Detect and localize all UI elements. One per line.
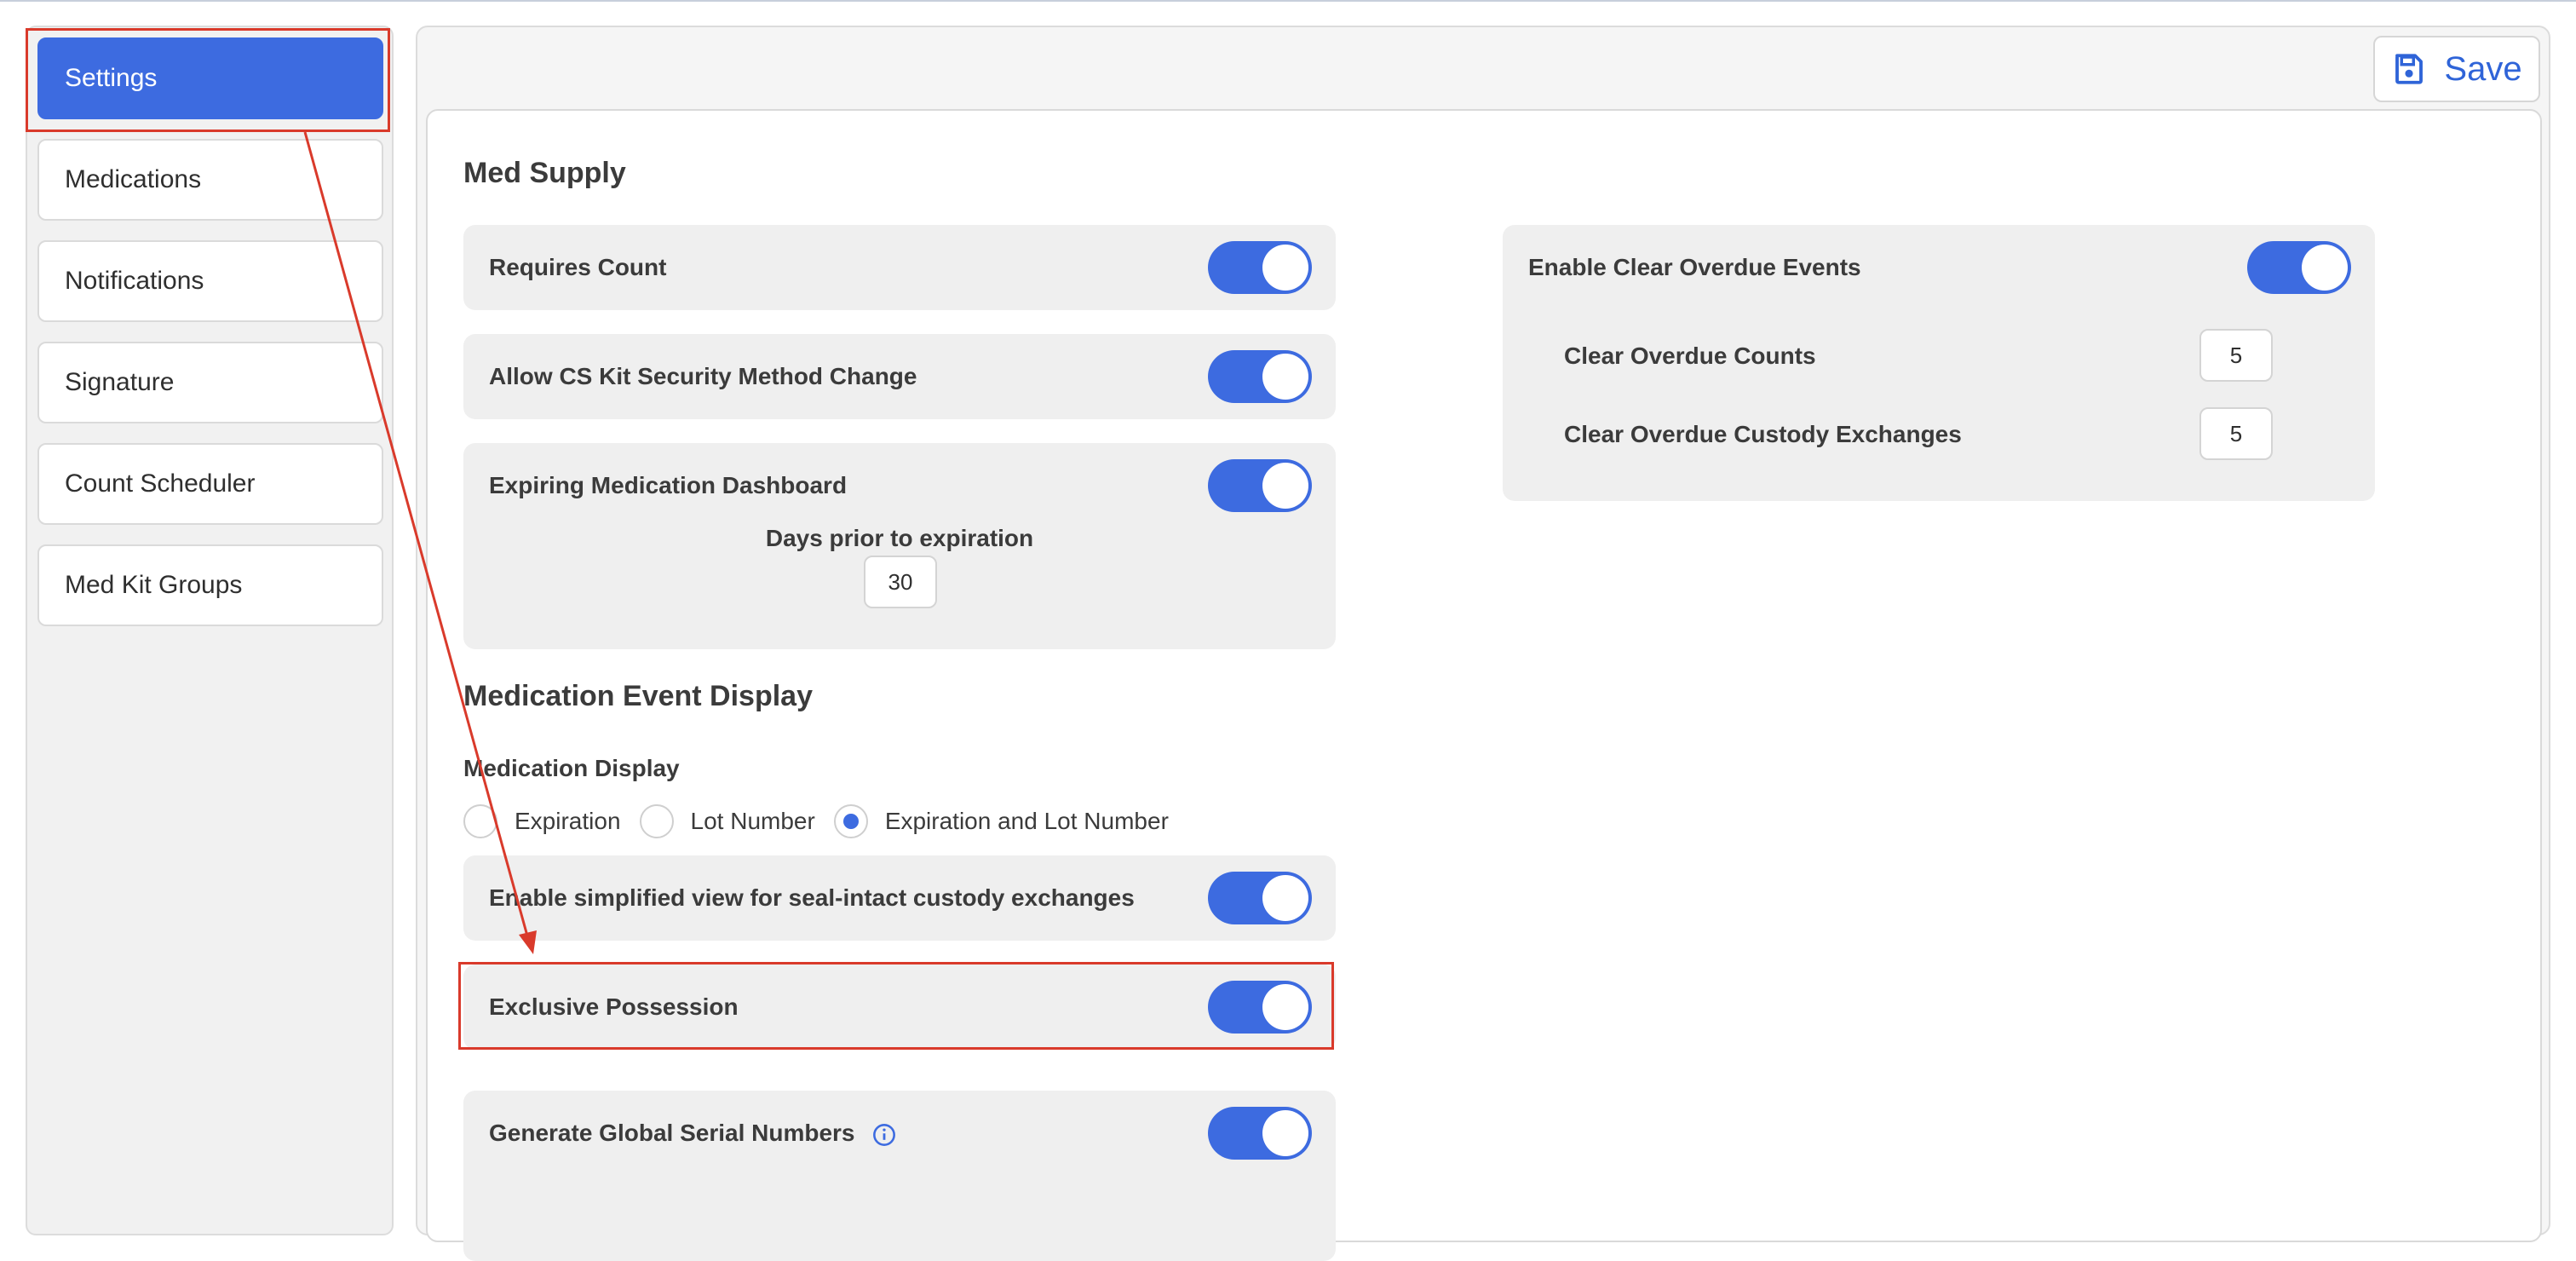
expiring-dashboard-toggle[interactable] [1208,459,1312,512]
section-title-med-supply: Med Supply [463,157,626,189]
allow-cs-kit-toggle[interactable] [1208,350,1312,403]
radio-lot-number-label: Lot Number [690,808,815,834]
sidebar-item-signature[interactable]: Signature [37,342,383,423]
annotation-exclusive-possession-highlight [458,962,1334,1050]
sidebar-item-label: Med Kit Groups [65,571,243,599]
expiring-dashboard-label: Expiring Medication Dashboard [489,472,848,498]
save-button[interactable]: Save [2373,36,2540,102]
days-prior-input[interactable]: 30 [864,556,937,608]
radio-expiration-and-lot[interactable] [833,804,868,838]
clear-overdue-counts-label: Clear Overdue Counts [1564,343,1816,369]
sidebar-item-label: Medications [65,165,202,193]
radio-expiration-label: Expiration [515,808,621,834]
clear-overdue-card: Enable Clear Overdue Events Clear Overdu… [1503,225,2375,501]
sidebar-item-count-scheduler[interactable]: Count Scheduler [37,443,383,525]
settings-content: Med Supply Requires Count Allow CS Kit S… [426,109,2542,1261]
clear-overdue-custody-label: Clear Overdue Custody Exchanges [1564,421,1962,447]
global-serial-card: Generate Global Serial Numbers [463,1091,1336,1261]
top-border [0,0,2576,2]
sidebar-item-label: Notifications [65,267,204,295]
sidebar-item-medications[interactable]: Medications [37,139,383,221]
sidebar-item-med-kit-groups[interactable]: Med Kit Groups [37,544,383,626]
medication-display-radio-group: Expiration Lot Number Expiration and Lot… [463,799,1187,844]
sidebar-item-label: Signature [65,368,175,396]
save-label: Save [2444,49,2522,88]
requires-count-card: Requires Count [463,225,1336,310]
floppy-disk-icon [2395,54,2424,84]
sidebar-item-notifications[interactable]: Notifications [37,240,383,322]
global-serial-toggle[interactable] [1208,1107,1312,1160]
simplified-view-label: Enable simplified view for seal-intact c… [489,884,1135,911]
global-serial-label: Generate Global Serial Numbers [489,1120,855,1146]
sidebar-item-label: Count Scheduler [65,469,256,498]
requires-count-toggle[interactable] [1208,241,1312,294]
allow-cs-kit-label: Allow CS Kit Security Method Change [489,363,917,389]
section-title-event-display: Medication Event Display [463,680,813,712]
medication-display-label: Medication Display [463,755,680,781]
radio-lot-number[interactable] [639,804,674,838]
annotation-settings-highlight [26,28,390,132]
days-prior-label: Days prior to expiration [765,525,1034,551]
expiring-dashboard-card: Expiring Medication Dashboard Days prior… [463,443,1336,649]
simplified-view-toggle[interactable] [1208,872,1312,924]
radio-expiration-and-lot-label: Expiration and Lot Number [884,808,1169,834]
clear-overdue-counts-input[interactable]: 5 [2199,329,2273,382]
sidebar: Settings Medications Notifications Signa… [26,26,394,1235]
main-panel: Save Med Supply Requires Count Allow CS … [416,26,2550,1261]
allow-cs-kit-card: Allow CS Kit Security Method Change [463,334,1336,419]
clear-overdue-toggle[interactable] [2247,241,2351,294]
radio-expiration[interactable] [463,804,497,838]
clear-overdue-custody-input[interactable]: 5 [2199,407,2273,460]
clear-overdue-label: Enable Clear Overdue Events [1528,254,1861,280]
info-icon[interactable] [872,1123,896,1147]
global-serial-label-wrap: Generate Global Serial Numbers [489,1120,896,1147]
requires-count-label: Requires Count [489,254,667,280]
simplified-view-card: Enable simplified view for seal-intact c… [463,855,1336,941]
